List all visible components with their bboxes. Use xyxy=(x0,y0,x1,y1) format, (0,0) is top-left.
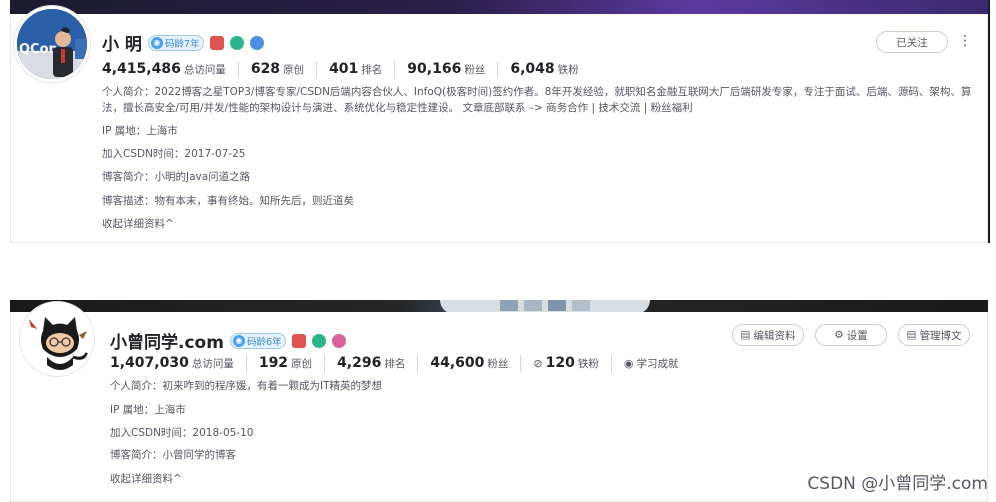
settings-button[interactable]: ⚙ 设置 xyxy=(815,324,887,346)
avatar[interactable] xyxy=(20,302,94,376)
personal-intro-line2: 法，擅长高安全/可用/并发/性能的架构设计与演进、系统优化与稳定性建设。 文章底… xyxy=(102,102,693,114)
eye-icon: ◉ xyxy=(623,357,634,370)
edit-profile-button[interactable]: ▤ 编辑资料 xyxy=(732,324,804,346)
stat-rank[interactable]: 401 排名 xyxy=(316,61,394,78)
watermark: CSDN @小曾同学.com xyxy=(807,474,988,494)
avatar[interactable]: QCon xyxy=(14,6,90,82)
stats-row: 1,407,030 总访问量 192 原创 4,296 排名 44,600 粉丝 ⊘ 12… xyxy=(110,355,690,372)
robot-badge-icon[interactable] xyxy=(312,333,327,348)
stat-value: 44,600 xyxy=(430,355,485,371)
eye-icon: ◉ xyxy=(232,334,245,347)
name-row: 小 明 ◉ 码龄7年 xyxy=(102,30,265,55)
stat-label: 总访问量 xyxy=(183,64,226,76)
stat-value: 6,048 xyxy=(510,61,555,77)
shield-badge-icon[interactable] xyxy=(250,35,265,50)
stat-iron-fans[interactable]: ⊘ 120 铁粉 xyxy=(520,355,610,372)
banner-edge xyxy=(988,0,990,243)
edit-icon: ▤ xyxy=(740,329,751,341)
blog-intro: 博客简介：小明的Java问道之路 xyxy=(102,171,251,183)
stat-rank[interactable]: 4,296 排名 xyxy=(324,355,417,372)
code-age-badge: ◉ 码龄7年 xyxy=(147,34,205,51)
stat-label: 原创 xyxy=(291,358,313,370)
blog-expert-badge-icon[interactable] xyxy=(292,333,307,348)
manage-posts-button[interactable]: ▤ 管理博文 xyxy=(898,324,970,346)
personal-intro-label: 个人简介： xyxy=(102,86,155,98)
join-date: 加入CSDN时间：2017-07-25 xyxy=(102,148,246,160)
edit-profile-label: 编辑资料 xyxy=(753,329,796,342)
name-row: 小曾同学.com ◉ 码龄6年 xyxy=(110,328,347,353)
personal-intro: 个人简介：初来咋到的程序媛，有着一颗成为IT精英的梦想 xyxy=(110,380,383,392)
collapse-details-link[interactable]: 收起详细资料^ xyxy=(110,471,182,487)
more-options-icon[interactable]: ⋮ xyxy=(958,34,972,48)
ip-location: IP 属地：上海市 xyxy=(110,404,186,416)
gear-icon: ⚙ xyxy=(834,329,844,341)
code-age-text: 码龄7年 xyxy=(164,38,200,50)
ip-location: IP 属地：上海市 xyxy=(102,125,178,137)
follow-button[interactable]: 已关注 xyxy=(876,31,948,53)
stat-label: 总访问量 xyxy=(191,358,234,370)
code-age-badge: ◉ 码龄6年 xyxy=(229,332,287,349)
settings-label: 设置 xyxy=(846,329,868,342)
manage-posts-label: 管理博文 xyxy=(919,329,962,342)
username[interactable]: 小曾同学.com xyxy=(110,328,224,353)
blog-description: 博客描述：物有本末，事有终始。知所先后，则近道矣 xyxy=(102,195,354,207)
personal-intro-line1: 2022博客之星TOP3/博客专家/CSDN后端内容合伙人、InfoQ(极客时间… xyxy=(154,86,972,98)
manage-icon: ▤ xyxy=(906,329,917,341)
join-date: 加入CSDN时间：2018-05-10 xyxy=(110,427,254,439)
flower-badge-icon[interactable] xyxy=(332,333,347,348)
stat-original[interactable]: 628 原创 xyxy=(237,61,316,78)
blog-intro: 博客简介：小曾同学的博客 xyxy=(110,449,236,461)
profile-card-1: QCon 小 明 ◉ 码龄7年 已关注 ⋮ 4,415,486 总访问量 628 原… xyxy=(10,0,990,243)
stat-value: 192 xyxy=(258,355,289,371)
stat-label: 学习成就 xyxy=(636,358,679,370)
personal-intro: 个人简介：2022博客之星TOP3/博客专家/CSDN后端内容合伙人、InfoQ… xyxy=(102,84,982,116)
stat-label: 排名 xyxy=(361,64,383,76)
stat-label: 铁粉 xyxy=(577,358,599,370)
stat-value: 628 xyxy=(250,61,281,77)
stat-value: 4,296 xyxy=(337,355,382,371)
follow-button-label: 已关注 xyxy=(896,36,928,49)
collapse-details-link[interactable]: 收起详细资料^ xyxy=(102,216,174,232)
eye-icon: ◉ xyxy=(150,36,163,49)
avatar-logo-text: QCon xyxy=(19,42,58,57)
code-age-text: 码龄6年 xyxy=(246,336,282,348)
username[interactable]: 小 明 xyxy=(102,30,142,55)
stat-iron-fans[interactable]: 6,048 铁粉 xyxy=(497,61,590,78)
stat-original[interactable]: 192 原创 xyxy=(245,355,324,372)
stat-value: 4,415,486 xyxy=(102,61,181,77)
stat-value: 120 xyxy=(545,355,575,371)
stat-total-visits[interactable]: 4,415,486 总访问量 xyxy=(102,61,238,78)
stat-label: 粉丝 xyxy=(464,64,486,76)
hidden-eye-icon: ⊘ xyxy=(533,357,543,370)
stat-label: 排名 xyxy=(384,358,406,370)
stat-fans[interactable]: 44,600 粉丝 xyxy=(417,355,520,372)
stat-label: 粉丝 xyxy=(487,358,509,370)
stat-achievements[interactable]: ◉ 学习成就 xyxy=(610,356,691,372)
stat-value: 1,407,030 xyxy=(110,355,189,371)
stat-total-visits[interactable]: 1,407,030 总访问量 xyxy=(110,355,246,372)
stat-fans[interactable]: 90,166 粉丝 xyxy=(394,61,497,78)
stat-value: 90,166 xyxy=(407,61,462,77)
blog-expert-badge-icon[interactable] xyxy=(210,35,225,50)
robot-badge-icon[interactable] xyxy=(230,35,245,50)
stats-row: 4,415,486 总访问量 628 原创 401 排名 90,166 粉丝 6,048… xyxy=(102,61,591,78)
stat-label: 原创 xyxy=(283,64,305,76)
stat-value: 401 xyxy=(329,61,359,77)
stat-label: 铁粉 xyxy=(557,64,579,76)
